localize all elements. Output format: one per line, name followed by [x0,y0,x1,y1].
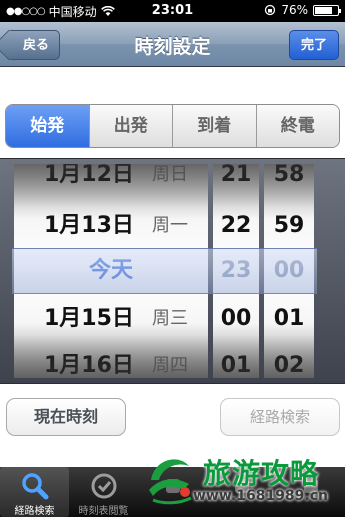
weekday-text: 周三 [152,308,188,329]
battery-icon [313,4,341,16]
search-icon [21,473,48,500]
navigation-bar: 戻る 時刻設定 完了 [0,22,345,67]
minute-row: 59 [273,213,305,238]
date-text: 1月15日 [44,306,134,331]
status-bar: ●●○○○ 中国移动 23:01 76% [0,0,345,22]
battery-fill [315,6,332,14]
tab-timetable[interactable]: 時刻表閲覧 [69,467,138,517]
segment-arrival[interactable]: 到着 [173,105,257,147]
weekday-text: 周日 [152,164,188,185]
minute-row: 02 [273,353,305,378]
tab-item[interactable] [207,467,276,517]
date-row: 1月13日 周一 [14,204,208,248]
orientation-lock-icon [265,4,276,16]
tab-label: 経路検索 [14,506,55,517]
date-text: 1月12日 [44,164,134,187]
hour-row: 21 [220,164,252,187]
picker-selection-bar [12,248,317,294]
minute-row: 01 [273,306,305,331]
tab-icon [234,479,249,493]
clock-icon [91,473,116,499]
date-row: 1月15日 周三 [14,297,208,341]
tab-route-search[interactable]: 経路検索 [0,467,69,517]
route-search-button[interactable]: 経路検索 [220,398,340,436]
tab-item[interactable] [138,467,207,517]
time-type-segmented-control: 始発 出発 到着 終電 [5,104,340,148]
battery-percent: 76% [281,3,308,17]
weekday-text: 周一 [152,215,188,236]
date-row: 1月12日 周日 [14,164,208,197]
date-text: 1月13日 [44,213,134,238]
hour-row: 22 [220,213,252,238]
tab-item[interactable] [276,467,345,517]
minute-row: 58 [273,164,305,187]
current-time-button[interactable]: 現在時刻 [6,398,126,436]
date-text: 1月16日 [44,353,134,378]
segment-departure[interactable]: 出発 [89,105,173,147]
weekday-text: 周四 [152,355,188,376]
segment-last-train[interactable]: 終電 [256,105,339,147]
tab-label: 時刻表閲覧 [78,506,129,517]
done-button[interactable]: 完了 [288,30,339,60]
hour-row: 00 [220,306,252,331]
segment-first-train[interactable]: 始発 [6,105,90,147]
date-time-picker: 1月12日 周日 1月13日 周一 今天 1月15日 周三 1月16日 周四 2… [0,158,345,384]
tab-bar: 経路検索 時刻表閲覧 [0,467,345,517]
tab-icon [165,479,180,493]
status-right: 76% [264,3,341,17]
date-row: 1月16日 周四 [14,344,208,378]
tab-icon [303,479,318,493]
hour-row: 01 [220,353,252,378]
